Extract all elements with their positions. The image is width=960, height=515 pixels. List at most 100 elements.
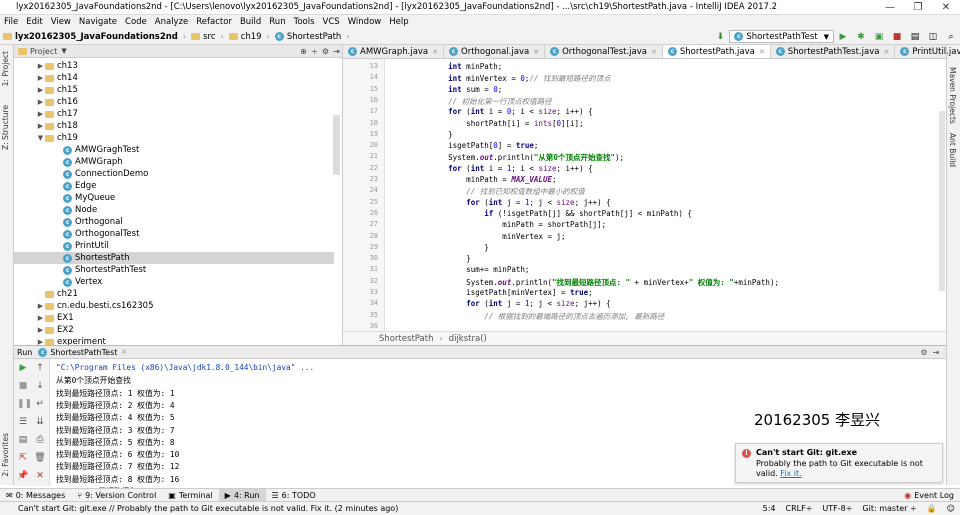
- git-branch[interactable]: Git: master ÷: [857, 504, 921, 513]
- breadcrumb-class[interactable]: c ShortestPath: [272, 32, 344, 42]
- menu-item-tools[interactable]: Tools: [290, 17, 319, 27]
- close-icon[interactable]: ✕: [34, 470, 46, 482]
- menu-item-view[interactable]: View: [47, 17, 75, 27]
- tree-item[interactable]: c Orthogonal: [14, 216, 334, 228]
- editor-tab[interactable]: c ShortestPath.java ✕: [662, 45, 771, 58]
- stop-icon[interactable]: ■: [17, 380, 29, 392]
- exit-icon[interactable]: ⇱: [17, 452, 29, 464]
- scroll-down-icon[interactable]: ↓: [34, 380, 46, 392]
- close-icon[interactable]: ✕: [759, 48, 765, 56]
- menu-item-analyze[interactable]: Analyze: [151, 17, 193, 27]
- hide-icon[interactable]: ⇥: [331, 47, 342, 56]
- rerun-icon[interactable]: ▶: [17, 362, 29, 374]
- tool-window-button[interactable]: ☰ 6: TODO: [266, 489, 322, 501]
- menu-item-refactor[interactable]: Refactor: [192, 17, 236, 27]
- event-log-button[interactable]: ◉ Event Log: [898, 491, 960, 500]
- tree-item[interactable]: c Vertex: [14, 276, 334, 288]
- dump-threads-icon[interactable]: ☰: [17, 416, 29, 428]
- hide-icon[interactable]: ⇥: [930, 348, 942, 357]
- scroll-to-end-icon[interactable]: ⇊: [34, 416, 46, 428]
- tool-window-button[interactable]: ▣ Terminal: [162, 489, 218, 501]
- tree-item[interactable]: ▶ ch13: [14, 60, 334, 72]
- run-config-select[interactable]: c ShortestPathTest ▼: [729, 30, 834, 43]
- status-message[interactable]: Can't start Git: git.exe // Probably the…: [0, 504, 398, 513]
- close-icon[interactable]: ✕: [432, 48, 438, 56]
- editor-breadcrumb-class[interactable]: ShortestPath: [379, 334, 433, 344]
- tree-item[interactable]: c AMWGraghTest: [14, 144, 334, 156]
- menu-item-help[interactable]: Help: [385, 17, 412, 27]
- favorites-tool-button[interactable]: 2: Favorites: [1, 433, 10, 477]
- sync-icon[interactable]: ⊕: [298, 47, 309, 56]
- close-button[interactable]: ✕: [932, 2, 960, 13]
- stop-icon[interactable]: ■: [891, 31, 903, 43]
- expand-arrow-icon[interactable]: ▶: [36, 326, 45, 334]
- file-encoding[interactable]: UTF-8÷: [817, 504, 857, 513]
- scroll-up-icon[interactable]: ↑: [34, 362, 46, 374]
- expand-arrow-icon[interactable]: ▶: [36, 122, 45, 130]
- maximize-button[interactable]: ❐: [904, 2, 932, 13]
- tree-item[interactable]: c ShortestPath: [14, 252, 334, 264]
- maven-projects-button[interactable]: Maven Projects: [948, 67, 957, 124]
- pin-icon[interactable]: 📌: [17, 470, 29, 482]
- caret-position[interactable]: 5:4: [758, 504, 781, 513]
- lock-icon[interactable]: 🔒: [922, 504, 942, 513]
- tool-window-button[interactable]: ⑂ 9: Version Control: [71, 489, 162, 501]
- close-icon[interactable]: ✕: [533, 48, 539, 56]
- menu-item-navigate[interactable]: Navigate: [75, 17, 121, 27]
- menu-item-file[interactable]: File: [0, 17, 22, 27]
- tree-item[interactable]: c OrthogonalTest: [14, 228, 334, 240]
- tree-item[interactable]: ▶ ch18: [14, 120, 334, 132]
- tree-item[interactable]: c Node: [14, 204, 334, 216]
- editor-tab[interactable]: cPrintUtil.java✕: [895, 45, 960, 58]
- tree-item[interactable]: ▶ EX2: [14, 324, 334, 336]
- expand-arrow-icon[interactable]: ▶: [36, 110, 45, 118]
- menu-item-edit[interactable]: Edit: [22, 17, 46, 27]
- close-icon[interactable]: ✕: [883, 48, 889, 56]
- tool-window-button[interactable]: ▶ 4: Run: [218, 489, 266, 501]
- expand-arrow-icon[interactable]: ▶: [36, 62, 45, 70]
- ant-build-button[interactable]: Ant Build: [948, 133, 957, 167]
- menu-item-code[interactable]: Code: [121, 17, 151, 27]
- menu-item-window[interactable]: Window: [344, 17, 386, 27]
- restore-layout-icon[interactable]: ▤: [17, 434, 29, 446]
- tree-item[interactable]: ▶ ch14: [14, 72, 334, 84]
- close-icon[interactable]: ✕: [121, 348, 127, 356]
- tree-item[interactable]: ▶ ch16: [14, 96, 334, 108]
- expand-arrow-icon[interactable]: ▶: [36, 302, 45, 310]
- tree-item[interactable]: c Edge: [14, 180, 334, 192]
- tree-item[interactable]: c AMWGraph: [14, 156, 334, 168]
- tree-item[interactable]: ▶ ch15: [14, 84, 334, 96]
- editor-tab[interactable]: c AMWGraph.java ✕: [343, 45, 445, 58]
- editor-tab[interactable]: c Orthogonal.java ✕: [444, 45, 546, 58]
- trash-icon[interactable]: 🗑: [34, 452, 46, 464]
- menu-item-vcs[interactable]: VCS: [319, 17, 344, 27]
- menu-item-build[interactable]: Build: [236, 17, 265, 27]
- editor-breadcrumb-method[interactable]: dijkstra(): [449, 334, 487, 344]
- menu-item-run[interactable]: Run: [265, 17, 289, 27]
- expand-arrow-icon[interactable]: ▶: [36, 86, 45, 94]
- structure-tool-button[interactable]: Z: Structure: [1, 105, 10, 150]
- run-icon[interactable]: ▶: [837, 31, 849, 43]
- tree-item[interactable]: c ShortestPathTest: [14, 264, 334, 276]
- tree-item[interactable]: ▶ ch17: [14, 108, 334, 120]
- debug-icon[interactable]: ✱: [855, 31, 867, 43]
- tool-window-button[interactable]: ✉ 0: Messages: [0, 489, 71, 501]
- sdk-icon[interactable]: ◫: [927, 31, 939, 43]
- project-tool-button[interactable]: 1: Project: [1, 51, 10, 86]
- breadcrumb-project[interactable]: lyx20162305_JavaFoundations2nd: [0, 32, 181, 42]
- expand-arrow-icon[interactable]: ▶: [36, 98, 45, 106]
- print-icon[interactable]: ⎙: [34, 434, 46, 446]
- tree-item[interactable]: ▶ EX1: [14, 312, 334, 324]
- tree-item[interactable]: ch21: [14, 288, 334, 300]
- breadcrumb-src[interactable]: src: [188, 32, 218, 42]
- scroll-from-source-icon[interactable]: ÷: [309, 47, 320, 56]
- editor-tab[interactable]: c OrthogonalTest.java ✕: [545, 45, 663, 58]
- soft-wrap-icon[interactable]: ↵: [34, 398, 46, 410]
- tree-item[interactable]: c MyQueue: [14, 192, 334, 204]
- tree-item[interactable]: c ConnectionDemo: [14, 168, 334, 180]
- search-icon[interactable]: ⌕: [945, 31, 957, 43]
- fix-it-link[interactable]: Fix it.: [780, 469, 801, 478]
- tree-item[interactable]: ▶ cn.edu.besti.cs162305: [14, 300, 334, 312]
- inspector-icon[interactable]: ☺: [942, 504, 960, 513]
- expand-arrow-icon[interactable]: ▼: [36, 134, 45, 142]
